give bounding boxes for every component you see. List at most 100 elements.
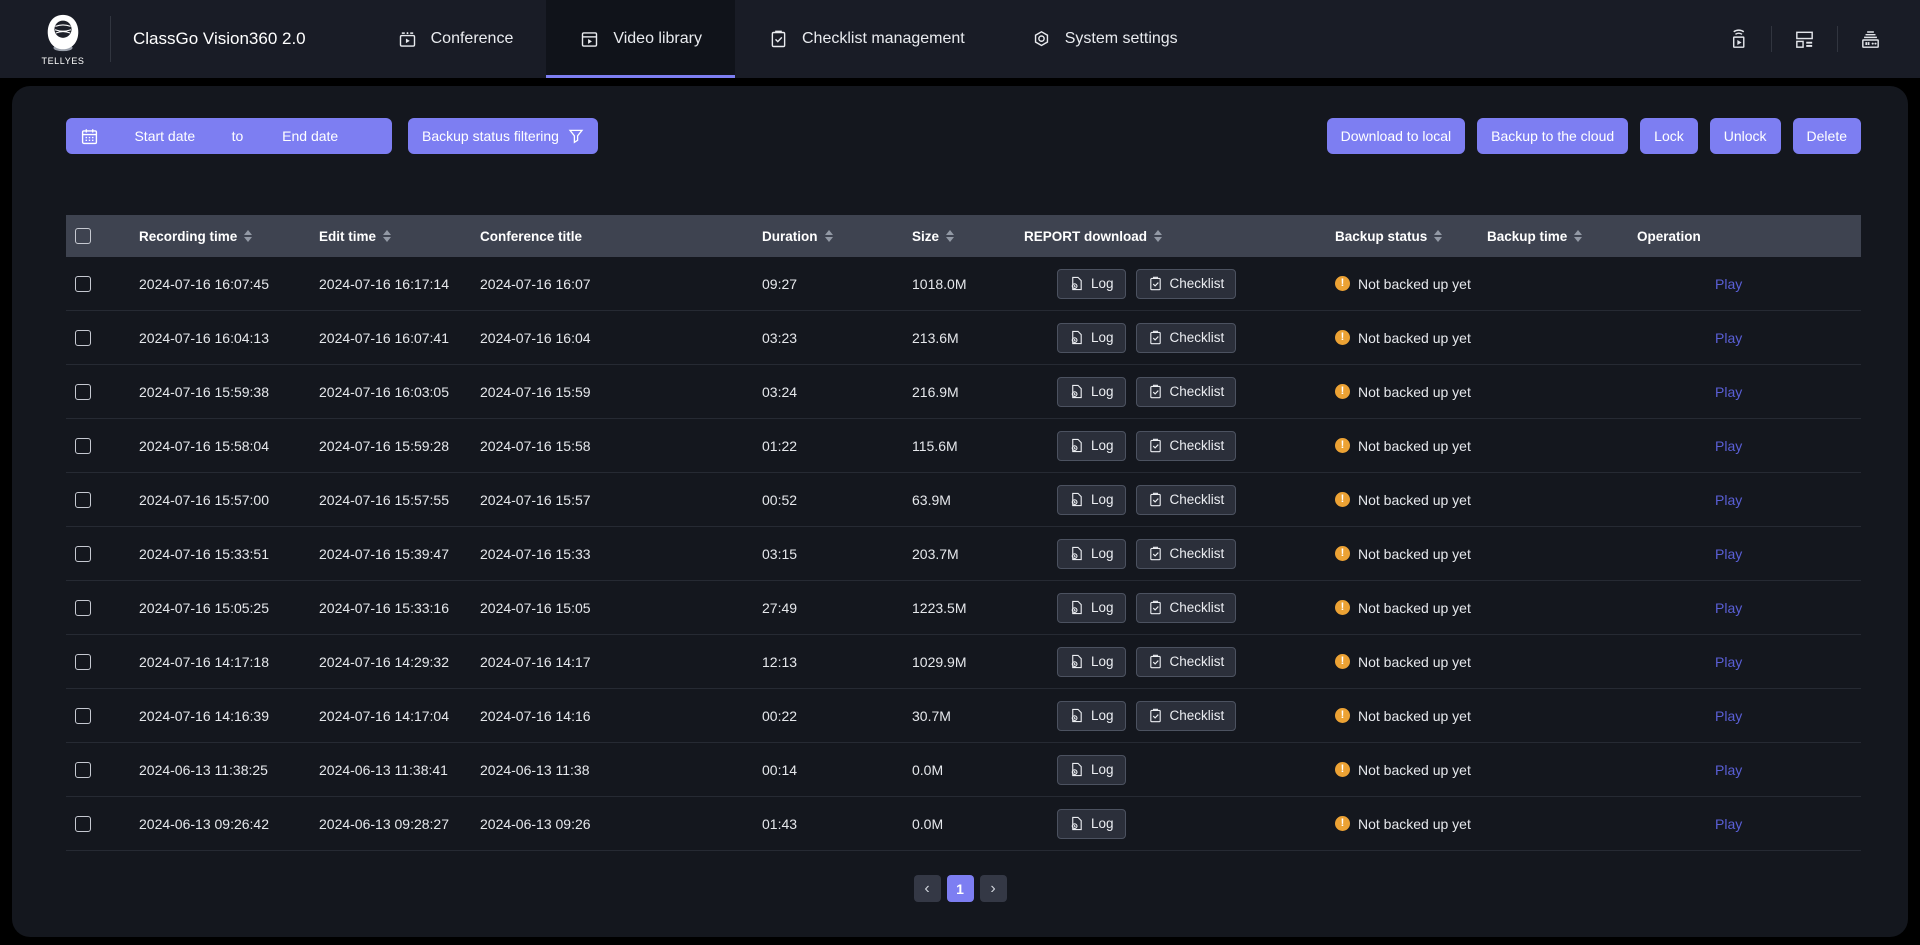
tab-system-settings[interactable]: System settings: [998, 0, 1211, 78]
table-row: 2024-07-16 14:16:39 2024-07-16 14:17:04 …: [66, 689, 1861, 743]
checklist-button[interactable]: Checklist: [1136, 539, 1237, 569]
log-button[interactable]: Log: [1057, 323, 1126, 353]
play-link[interactable]: Play: [1715, 654, 1742, 670]
edit-time-value: 2024-07-16 15:59:28: [319, 438, 449, 454]
edit-time-value: 2024-07-16 15:39:47: [319, 546, 449, 562]
play-link[interactable]: Play: [1715, 708, 1742, 724]
download-to-local-button[interactable]: Download to local: [1327, 118, 1466, 154]
checklist-button[interactable]: Checklist: [1136, 593, 1237, 623]
page-number-current[interactable]: 1: [947, 875, 974, 902]
column-header: REPORT download: [1024, 229, 1335, 244]
column-header: Conference title: [480, 229, 762, 244]
log-button[interactable]: Log: [1057, 431, 1126, 461]
sort-icon[interactable]: [1574, 230, 1582, 242]
play-link[interactable]: Play: [1715, 600, 1742, 616]
row-checkbox[interactable]: [75, 762, 91, 778]
play-link[interactable]: Play: [1715, 762, 1742, 778]
start-date-placeholder[interactable]: Start date: [98, 128, 232, 144]
edit-time-value: 2024-07-16 15:33:16: [319, 600, 449, 616]
checklist-button[interactable]: Checklist: [1136, 701, 1237, 731]
log-button[interactable]: Log: [1057, 593, 1126, 623]
sort-icon[interactable]: [244, 230, 252, 242]
log-button[interactable]: Log: [1057, 755, 1126, 785]
checklist-small-icon: [1148, 276, 1163, 291]
checklist-small-icon: [1148, 492, 1163, 507]
recording-time-value: 2024-07-16 15:05:25: [139, 600, 269, 616]
log-button[interactable]: Log: [1057, 269, 1126, 299]
recorder-device-icon[interactable]: [1859, 28, 1882, 51]
sort-icon[interactable]: [825, 230, 833, 242]
lock-button[interactable]: Lock: [1640, 118, 1698, 154]
unlock-button[interactable]: Unlock: [1710, 118, 1781, 154]
log-button[interactable]: Log: [1057, 809, 1126, 839]
size-value: 213.6M: [912, 330, 959, 346]
checklist-button[interactable]: Checklist: [1136, 431, 1237, 461]
table-row: 2024-07-16 16:07:45 2024-07-16 16:17:14 …: [66, 257, 1861, 311]
play-link[interactable]: Play: [1715, 492, 1742, 508]
row-checkbox[interactable]: [75, 492, 91, 508]
screen-cast-icon[interactable]: [1727, 28, 1750, 51]
layout-panels-icon[interactable]: [1793, 28, 1816, 51]
backup-status-text: Not backed up yet: [1358, 600, 1471, 616]
log-file-icon: [1069, 600, 1084, 615]
checklist-button[interactable]: Checklist: [1136, 647, 1237, 677]
checklist-button[interactable]: Checklist: [1136, 269, 1237, 299]
backup-status-filter-button[interactable]: Backup status filtering: [408, 118, 598, 154]
conference-title-value: 2024-07-16 15:33: [480, 546, 591, 562]
play-link[interactable]: Play: [1715, 438, 1742, 454]
log-file-icon: [1069, 330, 1084, 345]
play-link[interactable]: Play: [1715, 276, 1742, 292]
play-link[interactable]: Play: [1715, 546, 1742, 562]
log-button[interactable]: Log: [1057, 377, 1126, 407]
row-checkbox[interactable]: [75, 384, 91, 400]
play-link[interactable]: Play: [1715, 330, 1742, 346]
row-checkbox[interactable]: [75, 276, 91, 292]
select-all-checkbox[interactable]: [75, 228, 91, 244]
row-checkbox[interactable]: [75, 816, 91, 832]
nav-tools-divider: [1771, 26, 1772, 52]
pagination: ‹ 1 ›: [12, 875, 1908, 902]
next-page-button[interactable]: ›: [980, 875, 1007, 902]
row-checkbox[interactable]: [75, 546, 91, 562]
sort-icon[interactable]: [383, 230, 391, 242]
prev-page-button[interactable]: ‹: [914, 875, 941, 902]
column-header-label: REPORT download: [1024, 229, 1147, 244]
log-button[interactable]: Log: [1057, 539, 1126, 569]
column-header: Backup status: [1335, 229, 1487, 244]
row-checkbox[interactable]: [75, 708, 91, 724]
checklist-button-label: Checklist: [1170, 492, 1225, 507]
recording-time-value: 2024-06-13 09:26:42: [139, 816, 269, 832]
log-button[interactable]: Log: [1057, 485, 1126, 515]
recording-time-value: 2024-07-16 16:07:45: [139, 276, 269, 292]
row-checkbox[interactable]: [75, 438, 91, 454]
sort-icon[interactable]: [1434, 230, 1442, 242]
checklist-button[interactable]: Checklist: [1136, 323, 1237, 353]
backup-to-the-cloud-button[interactable]: Backup to the cloud: [1477, 118, 1628, 154]
date-range-picker[interactable]: Start date to End date: [66, 118, 392, 154]
backup-status-text: Not backed up yet: [1358, 708, 1471, 724]
row-checkbox[interactable]: [75, 654, 91, 670]
log-button[interactable]: Log: [1057, 701, 1126, 731]
sort-icon[interactable]: [946, 230, 954, 242]
checklist-button[interactable]: Checklist: [1136, 485, 1237, 515]
log-button[interactable]: Log: [1057, 647, 1126, 677]
warning-icon: !: [1335, 654, 1350, 669]
edit-time-value: 2024-06-13 11:38:41: [319, 762, 448, 778]
row-checkbox[interactable]: [75, 600, 91, 616]
delete-button[interactable]: Delete: [1793, 118, 1861, 154]
sort-icon[interactable]: [1154, 230, 1162, 242]
tab-checklist-management[interactable]: Checklist management: [735, 0, 998, 78]
checklist-small-icon: [1148, 384, 1163, 399]
play-link[interactable]: Play: [1715, 384, 1742, 400]
column-header-label: Edit time: [319, 229, 376, 244]
tab-video-library[interactable]: Video library: [546, 0, 735, 78]
conference-title-value: 2024-06-13 11:38: [480, 762, 590, 778]
checklist-button-label: Checklist: [1170, 708, 1225, 723]
play-link[interactable]: Play: [1715, 816, 1742, 832]
end-date-placeholder[interactable]: End date: [243, 128, 377, 144]
warning-icon: !: [1335, 600, 1350, 615]
checklist-button[interactable]: Checklist: [1136, 377, 1237, 407]
row-checkbox[interactable]: [75, 330, 91, 346]
tab-conference[interactable]: Conference: [364, 0, 547, 78]
edit-time-value: 2024-07-16 16:03:05: [319, 384, 449, 400]
